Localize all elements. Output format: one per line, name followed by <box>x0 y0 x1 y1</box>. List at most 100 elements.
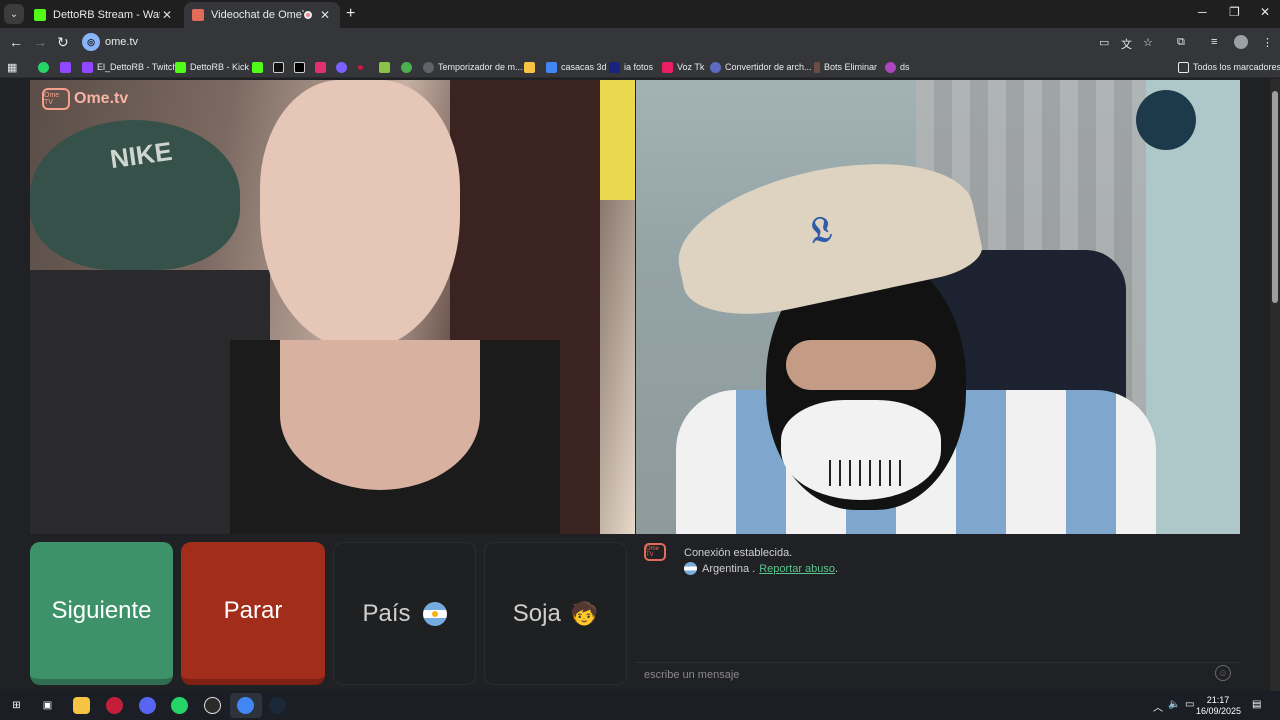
whatsapp-icon[interactable] <box>171 697 188 714</box>
all-bookmarks[interactable]: Todos los marcadores <box>1178 60 1280 74</box>
bookmark-x[interactable] <box>294 60 309 74</box>
self-video: 𝔏 <box>636 80 1240 534</box>
steam-icon[interactable] <box>269 697 286 714</box>
obs-icon[interactable] <box>204 697 221 714</box>
tab-title: DettoRB Stream - Watch Live o <box>53 9 160 21</box>
network-icon[interactable]: ▭ <box>1185 699 1194 710</box>
stop-button[interactable]: Parar <box>181 542 325 685</box>
cast-icon[interactable]: ▭ <box>1099 36 1109 49</box>
report-abuse-link[interactable]: Reportar abuso <box>759 563 835 575</box>
tab-ometv[interactable]: Videochat de OmeTV: una ✕ <box>184 2 340 28</box>
menu-icon[interactable]: ⋮ <box>1262 36 1273 49</box>
reload-icon[interactable]: ↻ <box>57 34 69 51</box>
translate-icon[interactable]: 文 <box>1121 36 1132 52</box>
bookmark-opera[interactable] <box>358 60 367 74</box>
message-input[interactable]: escribe un mensaje <box>636 662 1240 686</box>
clock-time: 21:17 <box>1206 695 1230 705</box>
bookmark-canva[interactable] <box>336 60 351 74</box>
bookmark-dettorb-kick[interactable]: DettoRB - Kick <box>175 60 249 74</box>
red-dot-icon <box>358 64 363 70</box>
next-button-label: Siguiente <box>51 596 152 624</box>
bookmark-label: El_DettoRB - Twitch <box>97 62 178 72</box>
bookmark-tiktok[interactable] <box>273 60 288 74</box>
stop-button-label: Parar <box>223 596 283 624</box>
ometv-icon <box>192 9 204 21</box>
stranger-video: NIKE Ome TV Ome.tv <box>30 80 635 534</box>
bookmark-label: Temporizador de m... <box>438 62 523 72</box>
bookmark-ds[interactable]: ds <box>885 60 910 74</box>
system-clock[interactable]: 21:17 16/09/2025 <box>1196 695 1242 717</box>
tab-search-chevron-icon[interactable]: ⌄ <box>4 4 24 24</box>
tab-dettorb-stream[interactable]: DettoRB Stream - Watch Live o ✕ <box>26 2 182 28</box>
page-scrollbar[interactable] <box>1270 79 1280 691</box>
new-tab-icon[interactable]: + <box>346 5 355 23</box>
bookmark-el-dettorb-twitch[interactable]: El_DettoRB - Twitch <box>82 60 177 74</box>
twitch-icon <box>82 61 93 73</box>
close-tab-icon[interactable]: ✕ <box>160 8 174 22</box>
x-icon <box>294 61 305 73</box>
opera-gx-icon[interactable] <box>106 697 123 714</box>
url-text[interactable]: ome.tv <box>105 36 138 48</box>
bookmark-ia-fotos[interactable]: ia fotos <box>609 60 653 74</box>
folder-icon <box>1178 61 1189 73</box>
bot-icon <box>814 61 820 73</box>
tab-title: Videochat de OmeTV: una <box>211 9 304 21</box>
bag <box>1136 90 1196 150</box>
tray-chevron-icon[interactable]: ︿ <box>1153 699 1163 714</box>
address-bar[interactable] <box>78 30 1166 54</box>
bookmark-convertidor[interactable]: Convertidor de arch... <box>710 60 812 74</box>
stranger-country: Argentina . <box>702 562 756 575</box>
bookmark-bots-eliminar[interactable]: Bots Eliminar <box>814 60 877 74</box>
timer-icon <box>423 61 434 73</box>
next-button[interactable]: Siguiente <box>30 542 173 685</box>
cap-logo-icon: 𝔏 <box>805 207 836 252</box>
ometv-chat-icon: Ome TV <box>644 543 666 561</box>
task-view-icon[interactable]: ▣ <box>39 697 56 714</box>
gender-button[interactable]: Soja 🧒 <box>484 542 627 685</box>
kick-icon <box>175 61 186 73</box>
bookmark-casacas-3d[interactable]: casacas 3d <box>546 60 607 74</box>
gender-button-label: Soja <box>512 599 561 627</box>
bookmark-twitch[interactable] <box>60 60 75 74</box>
ometv-logo: Ome TV Ome.tv <box>42 88 128 110</box>
ai-photo-icon <box>609 61 620 73</box>
bookmark-yellow[interactable] <box>524 60 539 74</box>
ometv-logo-text: Ome.tv <box>74 90 129 107</box>
bookmark-star-icon[interactable]: ☆ <box>1143 36 1153 49</box>
minimize-icon[interactable]: ─ <box>1198 5 1207 19</box>
forward-icon[interactable]: → <box>33 34 47 50</box>
discord-icon[interactable] <box>139 697 156 714</box>
scrollbar-thumb[interactable] <box>1272 91 1278 303</box>
chrome-icon[interactable] <box>237 697 254 714</box>
back-icon[interactable]: ← <box>9 34 23 50</box>
apps-icon[interactable]: ▦ <box>7 60 17 74</box>
bookmark-label: DettoRB - Kick <box>190 62 250 72</box>
country-button[interactable]: País <box>333 542 476 685</box>
bookmark-kick[interactable] <box>252 60 267 74</box>
site-info-icon[interactable]: ◎ <box>82 33 100 51</box>
argentina-flag-icon <box>684 562 697 575</box>
notifications-icon[interactable]: ▤ <box>1252 699 1261 710</box>
clock-date: 16/09/2025 <box>1196 706 1242 716</box>
profile-avatar[interactable] <box>1234 35 1248 49</box>
volume-icon[interactable]: 🔈 <box>1168 699 1180 710</box>
bookmark-temporizador[interactable]: Temporizador de m... <box>423 60 523 74</box>
bookmark-puzzle[interactable] <box>379 60 394 74</box>
country-button-label: País <box>362 599 411 627</box>
bookmark-label: casacas 3d <box>561 62 607 72</box>
bookmark-whatsapp[interactable] <box>38 60 53 74</box>
media-controls-icon[interactable]: ≡ <box>1211 36 1217 48</box>
extensions-icon[interactable]: ⧉ <box>1177 36 1185 49</box>
bookmark-dots[interactable] <box>401 60 416 74</box>
close-tab-icon[interactable]: ✕ <box>318 8 332 22</box>
restore-icon[interactable]: ❐ <box>1229 5 1240 19</box>
bookmark-instagram[interactable] <box>315 60 330 74</box>
file-explorer-icon[interactable] <box>73 697 90 714</box>
bookmark-voz-tk[interactable]: Voz Tk <box>662 60 704 74</box>
bookmark-label: ia fotos <box>624 62 654 72</box>
dots-icon <box>401 61 412 73</box>
emoji-icon[interactable]: ☺ <box>1215 665 1231 681</box>
windows-start-icon[interactable]: ⊞ <box>8 697 25 714</box>
close-window-icon[interactable]: ✕ <box>1260 5 1270 19</box>
all-bookmarks-label: Todos los marcadores <box>1193 62 1280 72</box>
